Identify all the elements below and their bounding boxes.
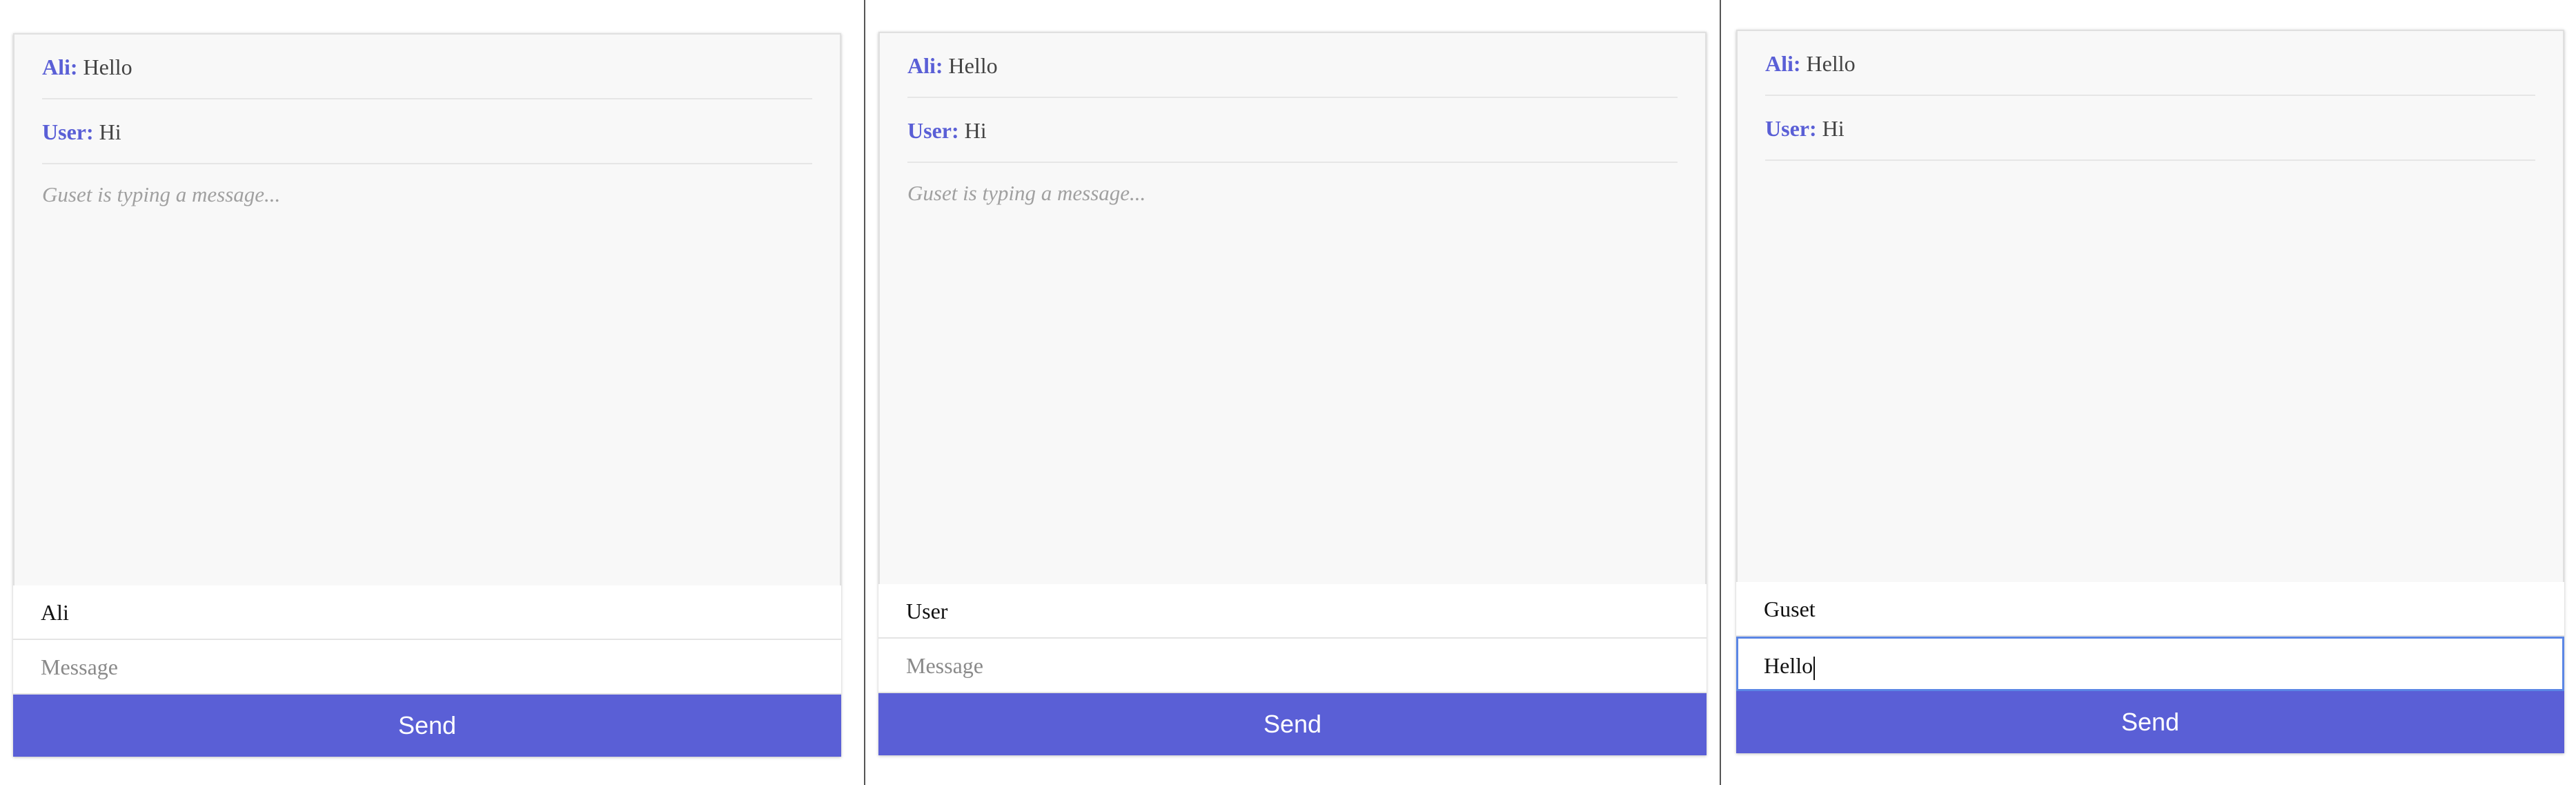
message-list[interactable]: Ali: Hello User: Hi xyxy=(1736,30,2564,582)
message-input[interactable]: Hello xyxy=(1736,637,2564,691)
message-sender: Ali: xyxy=(1765,51,1801,76)
typing-indicator: Guset is typing a message... xyxy=(42,182,281,206)
username-field[interactable]: Guset xyxy=(1736,582,2564,637)
desktop: Ali: Hello User: Hi Guset is typing a mess… xyxy=(0,0,2576,785)
username-field[interactable]: Ali xyxy=(13,585,841,640)
message-text: Hello xyxy=(1806,51,1856,76)
send-button[interactable]: Send xyxy=(1736,691,2564,753)
message-item: Ali: Hello xyxy=(907,33,1678,98)
chat-window-2: Ali: Hello User: Hi Guset is typing a mess… xyxy=(865,0,1720,785)
message-text: Hello xyxy=(83,55,132,79)
message-sender: User: xyxy=(907,118,959,143)
send-button[interactable]: Send xyxy=(878,693,1707,755)
message-input-value: Hello xyxy=(1764,653,1813,678)
message-item: User: Hi xyxy=(42,99,812,164)
username-field[interactable]: User xyxy=(878,584,1707,639)
typing-indicator: Guset is typing a message... xyxy=(907,181,1146,205)
message-item: User: Hi xyxy=(907,98,1678,163)
chat-box: Ali: Hello User: Hi Guset Hello Send xyxy=(1736,30,2564,753)
text-caret xyxy=(1813,656,1816,680)
message-sender: User: xyxy=(42,119,94,144)
message-item: Ali: Hello xyxy=(1765,31,2535,96)
send-button[interactable]: Send xyxy=(13,695,841,757)
message-list[interactable]: Ali: Hello User: Hi Guset is typing a mess… xyxy=(878,32,1707,584)
message-text: Hi xyxy=(964,118,987,143)
message-item: Ali: Hello xyxy=(42,35,812,99)
message-input[interactable]: Message xyxy=(878,639,1707,693)
message-sender: Ali: xyxy=(42,55,78,79)
message-text: Hello xyxy=(948,53,998,78)
message-input[interactable]: Message xyxy=(13,640,841,695)
message-sender: User: xyxy=(1765,116,1817,141)
message-text: Hi xyxy=(99,119,121,144)
chat-box: Ali: Hello User: Hi Guset is typing a mess… xyxy=(13,33,841,757)
message-list[interactable]: Ali: Hello User: Hi Guset is typing a mess… xyxy=(13,33,841,585)
message-item: User: Hi xyxy=(1765,96,2535,161)
message-text: Hi xyxy=(1822,116,1845,141)
chat-box: Ali: Hello User: Hi Guset is typing a mess… xyxy=(878,32,1707,755)
message-sender: Ali: xyxy=(907,53,943,78)
chat-window-1: Ali: Hello User: Hi Guset is typing a mess… xyxy=(0,0,864,785)
chat-window-3: Ali: Hello User: Hi Guset Hello Send xyxy=(1721,0,2576,785)
